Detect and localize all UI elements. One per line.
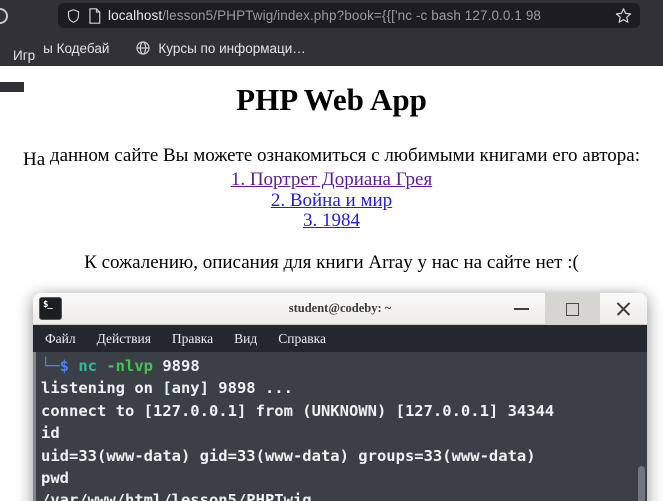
- browser-window: localhost/lesson5/PHPTwig/index.php?book…: [0, 0, 663, 501]
- terminal-line: listening on [any] 9898 ...: [41, 379, 293, 398]
- menu-item-правка[interactable]: Правка: [172, 331, 213, 347]
- terminal-line: └─$ nc -nlvp 9898: [41, 357, 200, 375]
- browser-toolbar: localhost/lesson5/PHPTwig/index.php?book…: [0, 0, 663, 30]
- url-host: localhost: [108, 8, 163, 23]
- not-found-message: К сожалению, описания для книги Array у …: [84, 251, 579, 273]
- reload-icon[interactable]: [0, 8, 8, 24]
- bookmark-item-courses[interactable]: Курсы по информаци…: [135, 40, 306, 56]
- book-link-1[interactable]: 1. Портрет Дориана Грея: [0, 169, 663, 191]
- terminal-line: uid=33(www-data) gid=33(www-data) groups…: [41, 446, 536, 465]
- menu-item-справка[interactable]: Справка: [278, 331, 326, 347]
- web-page-content: PHP Web App На данном сайте Вы можете оз…: [0, 82, 663, 501]
- chrome-seam-notch: [0, 82, 24, 92]
- terminal-output[interactable]: └─$ nc -nlvp 9898 listening on [any] 9898…: [33, 352, 647, 501]
- terminal-window: $_ student@codeby: ~ Файл Действия Правка В…: [33, 293, 647, 501]
- terminal-titlebar[interactable]: $_ student@codeby: ~: [33, 293, 647, 325]
- terminal-menubar: Файл Действия Правка Вид Справка: [33, 325, 647, 352]
- terminal-scrollbar-thumb[interactable]: [638, 466, 645, 501]
- menu-item-вид[interactable]: Вид: [234, 331, 257, 347]
- bookmark-label-prefix: Игр: [13, 47, 36, 63]
- intro-text: На данном сайте Вы можете ознакомиться с…: [0, 145, 663, 170]
- star-icon: [615, 8, 632, 23]
- minimize-button[interactable]: [498, 293, 545, 325]
- book-link-list: 1. Портрет Дориана Грея 2. Война и мир 3…: [0, 169, 663, 232]
- close-button[interactable]: [600, 293, 647, 325]
- maximize-button[interactable]: [545, 293, 600, 325]
- terminal-app-icon: $_: [39, 297, 62, 320]
- globe-icon: [136, 41, 150, 55]
- bookmark-item-kodebay[interactable]: Игр ы Кодебай: [13, 40, 110, 63]
- menu-item-файл[interactable]: Файл: [45, 331, 76, 347]
- url-path: /lesson5/PHPTwig/index.php?book={{['nc -…: [162, 8, 542, 23]
- book-link-2[interactable]: 2. Война и мир: [0, 190, 663, 212]
- intro-prefix: На: [23, 149, 46, 170]
- window-controls: [498, 293, 647, 325]
- bookmark-label: Курсы по информаци…: [158, 40, 306, 56]
- maximize-icon: [566, 302, 579, 316]
- terminal-lines: └─$ nc -nlvp 9898 listening on [any] 9898…: [41, 355, 647, 501]
- terminal-line: pwd: [41, 469, 69, 488]
- page-title: PHP Web App: [236, 82, 427, 117]
- intro-rest: данном сайте Вы можете ознакомиться с лю…: [45, 145, 640, 166]
- terminal-line: /var/www/html/lesson5/PHPTwig: [41, 491, 312, 501]
- terminal-line: connect to [127.0.0.1] from (UNKNOWN) [1…: [41, 401, 555, 420]
- minimize-icon: [514, 308, 529, 310]
- shield-icon[interactable]: [66, 8, 81, 24]
- page-icon[interactable]: [88, 7, 101, 24]
- url-fade-overlay: [562, 8, 608, 23]
- book-link-3[interactable]: 3. 1984: [0, 210, 663, 232]
- address-bar[interactable]: localhost/lesson5/PHPTwig/index.php?book…: [58, 3, 640, 28]
- url-text[interactable]: localhost/lesson5/PHPTwig/index.php?book…: [108, 8, 608, 23]
- bookmark-star-button[interactable]: [615, 7, 632, 24]
- bookmark-label: ы Кодебай: [43, 40, 110, 56]
- bookmarks-bar: Игр ы Кодебай Курсы по информаци…: [0, 30, 663, 66]
- menu-item-действия[interactable]: Действия: [97, 331, 151, 347]
- terminal-line: id: [41, 424, 60, 443]
